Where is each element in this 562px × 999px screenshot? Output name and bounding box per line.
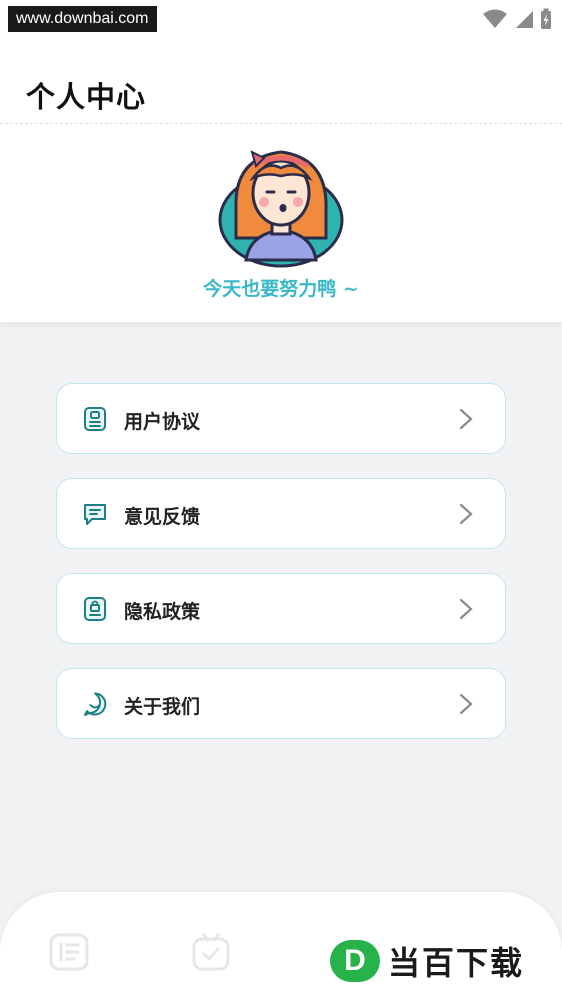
menu-item-privacy-policy[interactable]: 隐私政策 — [56, 573, 506, 644]
profile-card: 今天也要努力鸭 ~ — [0, 124, 562, 322]
menu-item-about-us[interactable]: 关于我们 — [56, 668, 506, 739]
signal-icon — [516, 11, 533, 28]
check-calendar-icon[interactable] — [190, 932, 232, 972]
lock-document-icon — [84, 597, 106, 621]
settings-menu: 用户协议 意见反馈 隐私政策 关于我们 — [56, 383, 506, 763]
profile-slogan: 今天也要努力鸭 ~ — [203, 278, 359, 300]
wifi-icon — [483, 9, 507, 28]
chat-message-icon — [84, 504, 106, 525]
chevron-right-icon — [459, 598, 473, 620]
girl-avatar-illustration[interactable] — [216, 138, 346, 268]
menu-item-label: 隐私政策 — [124, 601, 201, 623]
brand-logo: D — [330, 940, 380, 982]
menu-item-label: 用户协议 — [124, 411, 201, 433]
page-title: 个人中心 — [26, 80, 147, 114]
chevron-right-icon — [459, 408, 473, 430]
menu-item-feedback[interactable]: 意见反馈 — [56, 478, 506, 549]
battery-charging-icon — [541, 8, 551, 29]
status-icons — [482, 8, 552, 30]
list-icon[interactable] — [48, 932, 90, 972]
brand-text: 当百下载 — [388, 944, 525, 982]
brand-watermark: D 当百下载 — [330, 937, 524, 985]
menu-item-label: 关于我们 — [124, 696, 201, 718]
chevron-right-icon — [459, 503, 473, 525]
user-badge-icon — [84, 407, 106, 431]
site-watermark: www.downbai.com — [8, 6, 157, 32]
menu-item-label: 意见反馈 — [124, 506, 201, 528]
chevron-right-icon — [459, 693, 473, 715]
smile-chat-icon — [84, 692, 107, 716]
status-bar: www.downbai.com — [0, 0, 562, 40]
header: 个人中心 — [0, 40, 562, 124]
menu-item-user-agreement[interactable]: 用户协议 — [56, 383, 506, 454]
